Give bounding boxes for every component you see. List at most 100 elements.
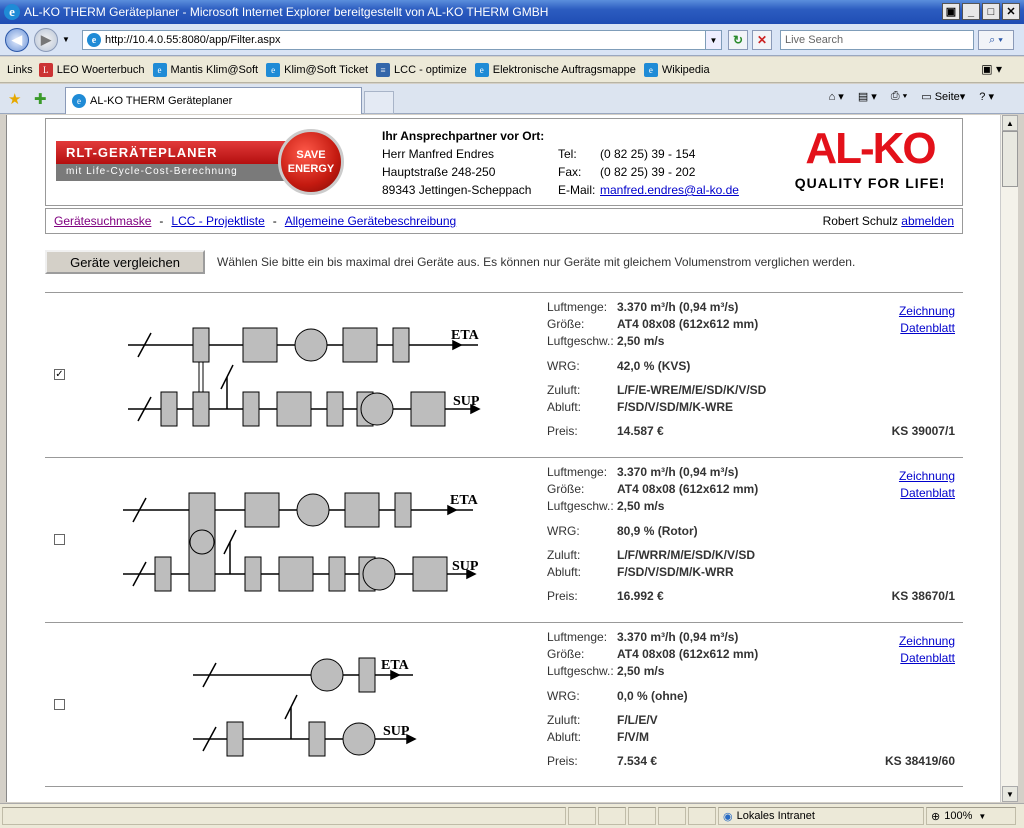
link-wikipedia[interactable]: e Wikipedia bbox=[643, 62, 710, 77]
ie-page-icon: e bbox=[474, 62, 489, 77]
close-button[interactable]: ✕ bbox=[1002, 3, 1020, 20]
unit-ks-number: KS 39007/1 bbox=[891, 424, 955, 438]
contact-city: 89343 Jettingen-Scheppach bbox=[382, 183, 532, 197]
address-toolbar: ◀ ▶ ▼ e http://10.4.0.55:8080/app/Filter… bbox=[0, 24, 1024, 56]
email-link[interactable]: manfred.endres@al-ko.de bbox=[600, 181, 739, 199]
sup-label: SUP bbox=[453, 394, 480, 409]
rss-icon: ≡ bbox=[376, 62, 391, 77]
user-area: Robert Schulz abmelden bbox=[823, 214, 954, 228]
ie-page-icon: e bbox=[72, 94, 86, 108]
links-label: Links bbox=[7, 63, 33, 76]
add-favorite-icon[interactable]: ✚ bbox=[34, 90, 47, 108]
vertical-scrollbar[interactable]: ▲ ▼ bbox=[1000, 115, 1018, 802]
alko-logo: AL-KO QUALITY FOR LIFE! bbox=[794, 124, 946, 192]
intranet-icon: ◉ bbox=[723, 810, 733, 823]
zoom-control[interactable]: ⊕ 100% ▼ bbox=[926, 807, 1016, 825]
menu-lcc-projektliste[interactable]: LCC - Projektliste bbox=[171, 214, 264, 228]
tab-alko[interactable]: e AL-KO THERM Geräteplaner bbox=[65, 87, 362, 114]
sup-label: SUP bbox=[452, 559, 479, 574]
contact-block: Ihr Ansprechpartner vor Ort: Herr Manfre… bbox=[382, 127, 544, 199]
eta-label: ETA bbox=[381, 658, 410, 673]
search-button[interactable]: ⌕ ▾ bbox=[978, 30, 1014, 50]
contact-phone-block: Tel: (0 82 25) 39 - 154 Fax: (0 82 25) 39 … bbox=[558, 147, 739, 197]
unit-links: Zeichnung Datenblatt bbox=[875, 633, 955, 667]
unit-diagram: ETA SUP bbox=[123, 492, 479, 592]
eta-label: ETA bbox=[450, 493, 479, 508]
eta-label: ETA bbox=[451, 328, 480, 343]
link-mantis[interactable]: e Mantis Klim@Soft bbox=[152, 62, 258, 77]
stop-button[interactable]: ✕ bbox=[752, 30, 772, 50]
zeichnung-link[interactable]: Zeichnung bbox=[875, 303, 955, 320]
back-button[interactable]: ◀ bbox=[5, 27, 29, 52]
restore-icon[interactable]: ▣ bbox=[942, 3, 960, 20]
main-menu: Gerätesuchmaske - LCC - Projektliste - A… bbox=[45, 208, 963, 234]
page-icon: e bbox=[87, 33, 101, 47]
ie-page-icon: e bbox=[152, 62, 167, 77]
contact-heading: Ihr Ansprechpartner vor Ort: bbox=[382, 129, 545, 143]
maximize-button[interactable]: □ bbox=[982, 3, 1000, 20]
compare-hint: Wählen Sie bitte ein bis maximal drei Ge… bbox=[217, 255, 856, 269]
scroll-up-icon[interactable]: ▲ bbox=[1002, 115, 1018, 131]
search-input[interactable]: Live Search bbox=[780, 30, 974, 50]
feeds-icon[interactable]: ▤ ▾ bbox=[858, 90, 877, 103]
ie-page-icon: e bbox=[643, 62, 658, 77]
links-toolbar: Links L LEO Woerterbuch e Mantis Klim@Soft… bbox=[0, 57, 1024, 83]
compare-button[interactable]: Geräte vergleichen bbox=[45, 250, 205, 274]
zoom-icon: ⊕ bbox=[931, 810, 941, 823]
window-titlebar: e AL-KO THERM Geräteplaner - Microsoft I… bbox=[0, 0, 1024, 24]
new-tab-button[interactable] bbox=[364, 91, 394, 114]
address-dropdown-icon[interactable]: ▼ bbox=[705, 31, 721, 49]
link-leo[interactable]: L LEO Woerterbuch bbox=[38, 62, 145, 77]
unit-checkbox[interactable] bbox=[54, 699, 65, 710]
datenblatt-link[interactable]: Datenblatt bbox=[875, 485, 955, 502]
security-zone: ◉ Lokales Intranet bbox=[718, 807, 924, 825]
favorites-star-icon[interactable]: ★ bbox=[8, 90, 21, 108]
unit-row: ETA SUP Luftmenge: 3.370 m³/h (0,94 m³/s)… bbox=[45, 622, 963, 787]
user-name: Robert Schulz bbox=[822, 214, 898, 228]
history-dropdown-icon[interactable]: ▼ bbox=[62, 35, 70, 44]
refresh-button[interactable]: ↻ bbox=[728, 30, 748, 50]
logout-link[interactable]: abmelden bbox=[901, 214, 954, 228]
unit-diagram: ETA SUP bbox=[193, 657, 417, 757]
save-energy-seal: SAVE ENERGY bbox=[278, 129, 344, 195]
status-bar: ◉ Lokales Intranet ⊕ 100% ▼ bbox=[0, 803, 1024, 828]
link-lcc-optimize[interactable]: ≡ LCC - optimize bbox=[376, 62, 467, 77]
scroll-down-icon[interactable]: ▼ bbox=[1002, 786, 1018, 802]
minimize-button[interactable]: _ bbox=[962, 3, 980, 20]
unit-row: ETA SUP Luftmenge: 3.370 m³/h (0,94 m³/s)… bbox=[45, 457, 963, 622]
page-header: RLT-GERÄTEPLANER mit Life-Cycle-Cost-Ber… bbox=[45, 118, 963, 206]
unit-row: ✓ ETA SUP Luftmenge: 3.370 m³/h (0,94 m³… bbox=[45, 292, 963, 457]
contact-name: Herr Manfred Endres bbox=[382, 147, 495, 161]
zeichnung-link[interactable]: Zeichnung bbox=[875, 468, 955, 485]
link-klimsoft-ticket[interactable]: e Klim@Soft Ticket bbox=[266, 62, 368, 77]
sup-label: SUP bbox=[383, 724, 410, 739]
unit-links: Zeichnung Datenblatt bbox=[875, 303, 955, 337]
unit-links: Zeichnung Datenblatt bbox=[875, 468, 955, 502]
translate-icon[interactable]: ▣ ▾ bbox=[981, 62, 1002, 76]
link-auftragsmappe[interactable]: e Elektronische Auftragsmappe bbox=[474, 62, 636, 77]
menu-geraetebeschreibung[interactable]: Allgemeine Gerätebeschreibung bbox=[285, 214, 456, 228]
page-menu[interactable]: ▭ Seite ▾ bbox=[921, 90, 965, 104]
page-viewport: RLT-GERÄTEPLANER mit Life-Cycle-Cost-Ber… bbox=[6, 115, 1000, 802]
zeichnung-link[interactable]: Zeichnung bbox=[875, 633, 955, 650]
window-title: AL-KO THERM Geräteplaner - Microsoft Int… bbox=[24, 5, 549, 19]
scroll-thumb[interactable] bbox=[1002, 131, 1018, 187]
home-icon[interactable]: ⌂ ▾ bbox=[829, 90, 844, 103]
unit-checkbox[interactable]: ✓ bbox=[54, 369, 65, 380]
ie-page-icon: e bbox=[266, 62, 281, 77]
address-url[interactable]: http://10.4.0.55:8080/app/Filter.aspx bbox=[105, 34, 281, 46]
banner-title: RLT-GERÄTEPLANER bbox=[56, 141, 296, 164]
unit-ks-number: KS 38670/1 bbox=[891, 589, 955, 603]
datenblatt-link[interactable]: Datenblatt bbox=[875, 320, 955, 337]
planer-banner: RLT-GERÄTEPLANER mit Life-Cycle-Cost-Ber… bbox=[56, 141, 296, 185]
tab-bar: ★ ✚ e AL-KO THERM Geräteplaner ⌂ ▾ ▤ ▾ ⎙… bbox=[0, 84, 1024, 114]
menu-geraetesuchmaske[interactable]: Gerätesuchmaske bbox=[54, 214, 151, 228]
print-icon[interactable]: ⎙ ▾ bbox=[891, 90, 907, 103]
unit-checkbox[interactable] bbox=[54, 534, 65, 545]
address-input[interactable]: e http://10.4.0.55:8080/app/Filter.aspx … bbox=[82, 30, 722, 50]
forward-button[interactable]: ▶ bbox=[34, 27, 58, 52]
banner-subtitle: mit Life-Cycle-Cost-Berechnung bbox=[56, 164, 296, 181]
datenblatt-link[interactable]: Datenblatt bbox=[875, 650, 955, 667]
help-icon[interactable]: ? ▾ bbox=[979, 90, 994, 103]
unit-diagram: ETA SUP bbox=[128, 327, 481, 427]
